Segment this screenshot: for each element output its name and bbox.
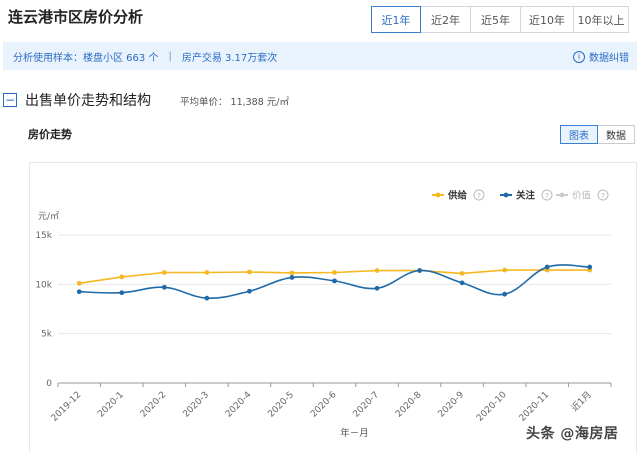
tab-2-years[interactable]: 近2年: [420, 6, 471, 33]
data-view-button[interactable]: 数据: [597, 125, 635, 144]
price-trend-chart: 元/㎡ 0 5k 10k 15k 2019-12 2020-1 2020-2 2020-3 202…: [35, 189, 612, 439]
x-tick-label: 2020-6: [309, 390, 339, 420]
data-point-供给: [204, 270, 210, 275]
data-point-关注: [161, 284, 167, 290]
y-tick-label: 0: [46, 379, 52, 389]
data-point-关注: [544, 264, 550, 270]
tab-1-year[interactable]: 近1年: [371, 6, 421, 33]
data-feedback-link[interactable]: i 数据纠错: [573, 49, 629, 64]
data-point-供给: [289, 270, 295, 276]
trade-count-text: 房产交易 3.17万套次: [181, 52, 278, 64]
data-point-供给: [76, 280, 82, 286]
x-tick-label: 2020-5: [266, 390, 296, 420]
data-point-关注: [119, 290, 125, 296]
info-icon: i: [573, 50, 585, 63]
x-tick-label: 2020-8: [394, 390, 424, 420]
data-point-关注: [289, 275, 295, 280]
legend-marker: [503, 192, 509, 198]
x-tick-label: 近1月: [569, 389, 594, 414]
x-axis-label: 年－月: [340, 427, 369, 439]
data-point-关注: [204, 295, 210, 301]
time-range-tabs: 近1年 近2年 近5年 近10年 10年以上: [371, 6, 629, 33]
data-point-关注: [76, 289, 82, 295]
tab-10-years[interactable]: 近10年: [520, 6, 574, 33]
y-axis-label: 元/㎡: [38, 211, 59, 222]
x-tick-label: 2020-1: [96, 390, 126, 420]
data-point-关注: [502, 291, 508, 297]
average-price: 平均单价： 11,388 元/㎡: [180, 97, 289, 108]
page-title: 连云港市区房价分析: [8, 8, 144, 26]
x-tick-label: 2020-2: [139, 390, 169, 420]
tab-over-10-years[interactable]: 10年以上: [573, 6, 629, 33]
section-title: 出售单价走势和结构: [25, 93, 151, 109]
help-icon-glyph: ?: [601, 192, 605, 200]
legend-label: 供给: [447, 190, 468, 202]
data-point-关注: [247, 288, 252, 294]
sample-info-bar: 分析使用样本：楼盘小区 663 个 | 房产交易 3.17万套次 i 数据纠错: [3, 42, 637, 70]
help-icon-glyph: ?: [545, 192, 549, 200]
tab-5-years[interactable]: 近5年: [470, 6, 521, 33]
y-tick-label: 15k: [35, 231, 52, 241]
y-tick-label: 5k: [41, 330, 53, 340]
y-tick-label: 10k: [35, 280, 52, 290]
data-point-供给: [459, 271, 465, 276]
legend-label: 关注: [516, 190, 536, 202]
data-point-关注: [459, 280, 465, 286]
x-tick-label: 2020-3: [181, 390, 211, 420]
x-tick-label: 2019-12: [50, 390, 84, 424]
info-separator: |: [168, 50, 172, 62]
x-tick-label: 2020-7: [352, 390, 382, 420]
watermark: 头条 @海房居: [526, 426, 619, 442]
data-point-供给: [332, 270, 337, 275]
collapse-icon[interactable]: −: [3, 93, 17, 107]
legend-marker: [435, 192, 441, 198]
data-point-关注: [587, 264, 593, 270]
x-tick-label: 2020-10: [475, 390, 509, 424]
chart-title: 房价走势: [28, 128, 72, 141]
data-point-供给: [161, 270, 167, 275]
data-point-供给: [119, 274, 125, 280]
data-point-供给: [502, 267, 508, 273]
data-feedback-label: 数据纠错: [589, 53, 629, 64]
data-point-供给: [374, 268, 380, 273]
legend-marker: [559, 192, 565, 198]
help-icon-glyph: ?: [477, 192, 481, 200]
sample-count-text: 分析使用样本：楼盘小区 663 个: [13, 52, 159, 64]
chart-panel: 元/㎡ 0 5k 10k 15k 2019-12 2020-1 2020-2 2020-3 202…: [29, 162, 637, 453]
x-tick-label: 2020-4: [224, 390, 254, 420]
x-tick-label: 2020-9: [437, 390, 467, 420]
chart-view-button[interactable]: 图表: [560, 125, 598, 144]
data-point-关注: [417, 268, 422, 273]
data-point-关注: [332, 278, 337, 284]
x-tick-label: 2020-11: [518, 390, 552, 424]
data-point-关注: [374, 285, 380, 291]
legend-label: 价值: [572, 190, 592, 202]
view-toggle: 图表 数据: [560, 125, 635, 144]
section-header: − 出售单价走势和结构: [3, 90, 151, 110]
data-point-供给: [247, 269, 252, 275]
